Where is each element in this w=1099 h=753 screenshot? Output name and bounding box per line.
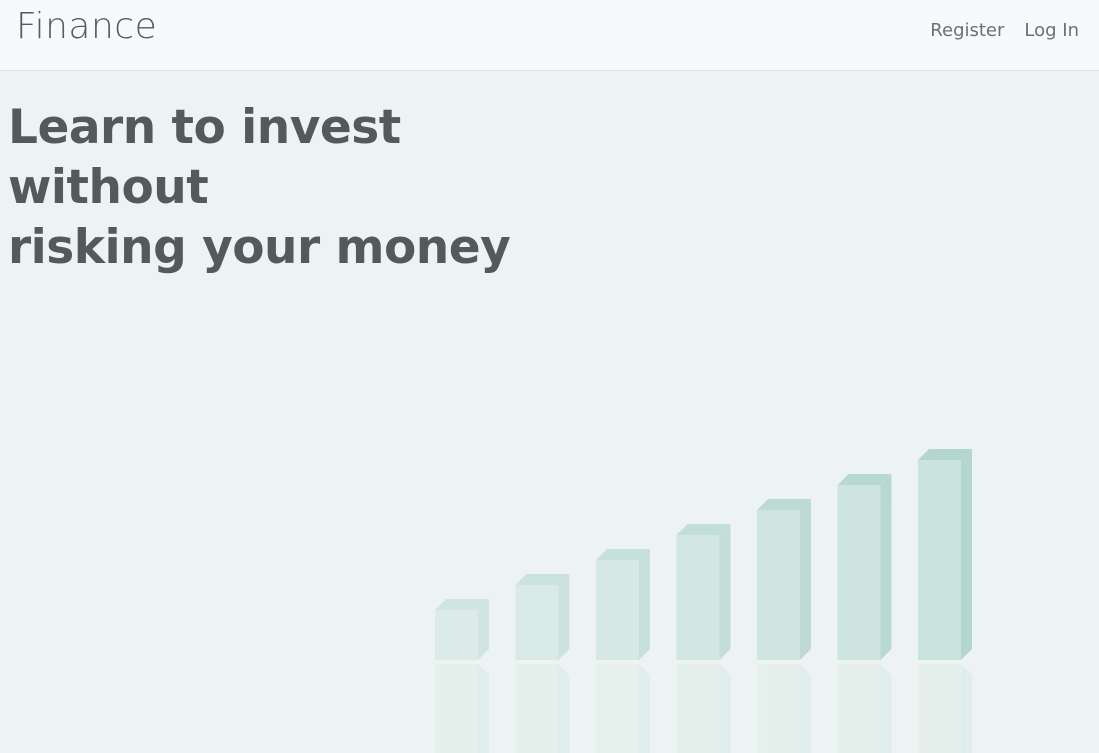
reflection-fade bbox=[420, 662, 1000, 753]
register-link[interactable]: Register bbox=[930, 20, 1004, 41]
growth-bars-illustration bbox=[420, 449, 1000, 753]
growth-bar bbox=[757, 499, 811, 660]
hero-title-line-2: risking your money bbox=[8, 220, 511, 275]
login-link[interactable]: Log In bbox=[1024, 20, 1079, 41]
growth-bar bbox=[596, 549, 650, 660]
top-navbar: Finance Register Log In bbox=[0, 0, 1099, 71]
nav-links: Register Log In bbox=[930, 20, 1079, 41]
growth-bar bbox=[435, 599, 489, 660]
brand-logo[interactable]: Finance bbox=[16, 6, 157, 47]
growth-bar bbox=[837, 474, 892, 660]
growth-bar bbox=[676, 524, 731, 660]
hero-title-line-1: Learn to invest without bbox=[8, 100, 401, 215]
growth-bar bbox=[515, 574, 570, 660]
hero-title: Learn to invest without risking your mone… bbox=[8, 98, 608, 278]
growth-bar bbox=[918, 449, 972, 660]
